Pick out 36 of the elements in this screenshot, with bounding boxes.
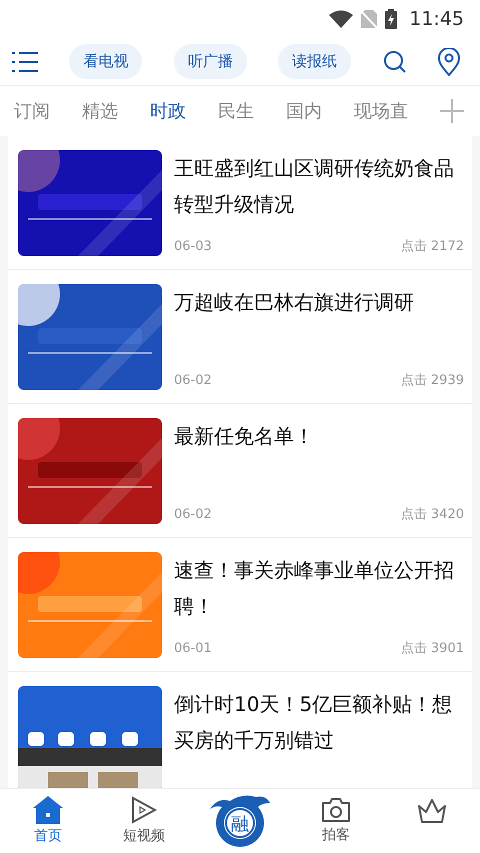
app-logo[interactable]: 融 — [208, 793, 272, 849]
click-count: 点击 2172 — [400, 238, 464, 256]
article-date: 06-02 — [174, 372, 212, 390]
click-count: 点击 2939 — [400, 372, 464, 390]
video-icon — [131, 796, 157, 824]
pill-button[interactable]: 看电视 — [69, 44, 142, 79]
pill-button[interactable]: 读报纸 — [278, 44, 352, 79]
battery-charging-icon — [385, 9, 398, 29]
nav-tab[interactable]: 拍客 — [288, 796, 384, 846]
article-title[interactable]: 万超岐在巴林右旗进行调研 — [174, 284, 464, 320]
channel-tab[interactable]: 精选 — [82, 98, 118, 124]
no-sim-icon — [361, 10, 378, 28]
click-count: 点击 3901 — [400, 640, 464, 658]
menu-icon[interactable] — [12, 50, 38, 74]
article-title[interactable]: 王旺盛到红山区调研传统奶食品转型升级情况 — [174, 150, 464, 222]
home-icon — [33, 796, 63, 824]
camera-icon — [321, 796, 351, 822]
article-title[interactable]: 最新任免名单！ — [174, 418, 464, 454]
nav-tab[interactable]: 短视频 — [96, 796, 192, 846]
article-title[interactable]: 速查！事关赤峰事业单位公开招聘！ — [174, 552, 464, 624]
article-date: 06-03 — [174, 238, 212, 256]
search-icon[interactable] — [382, 49, 407, 74]
article-title[interactable]: 倒计时10天！5亿巨额补贴！想买房的千万别错过 — [174, 686, 464, 758]
channel-tab[interactable]: 国内 — [286, 98, 322, 124]
channel-tab[interactable]: 民生 — [218, 98, 254, 124]
article-date: 06-02 — [174, 506, 212, 524]
status-time: 11:45 — [409, 6, 464, 32]
pill-button[interactable]: 听广播 — [174, 44, 247, 79]
channel-tab[interactable]: 订阅 — [14, 98, 50, 124]
nav-tab[interactable]: 首页 — [0, 796, 96, 846]
location-icon[interactable] — [438, 48, 460, 76]
channel-tab[interactable]: 现场直 — [354, 98, 408, 124]
article-date: 06-01 — [174, 640, 212, 658]
click-count: 点击 3420 — [400, 506, 464, 524]
channel-tab[interactable]: 时政 — [150, 98, 186, 124]
wifi-icon — [329, 10, 354, 28]
